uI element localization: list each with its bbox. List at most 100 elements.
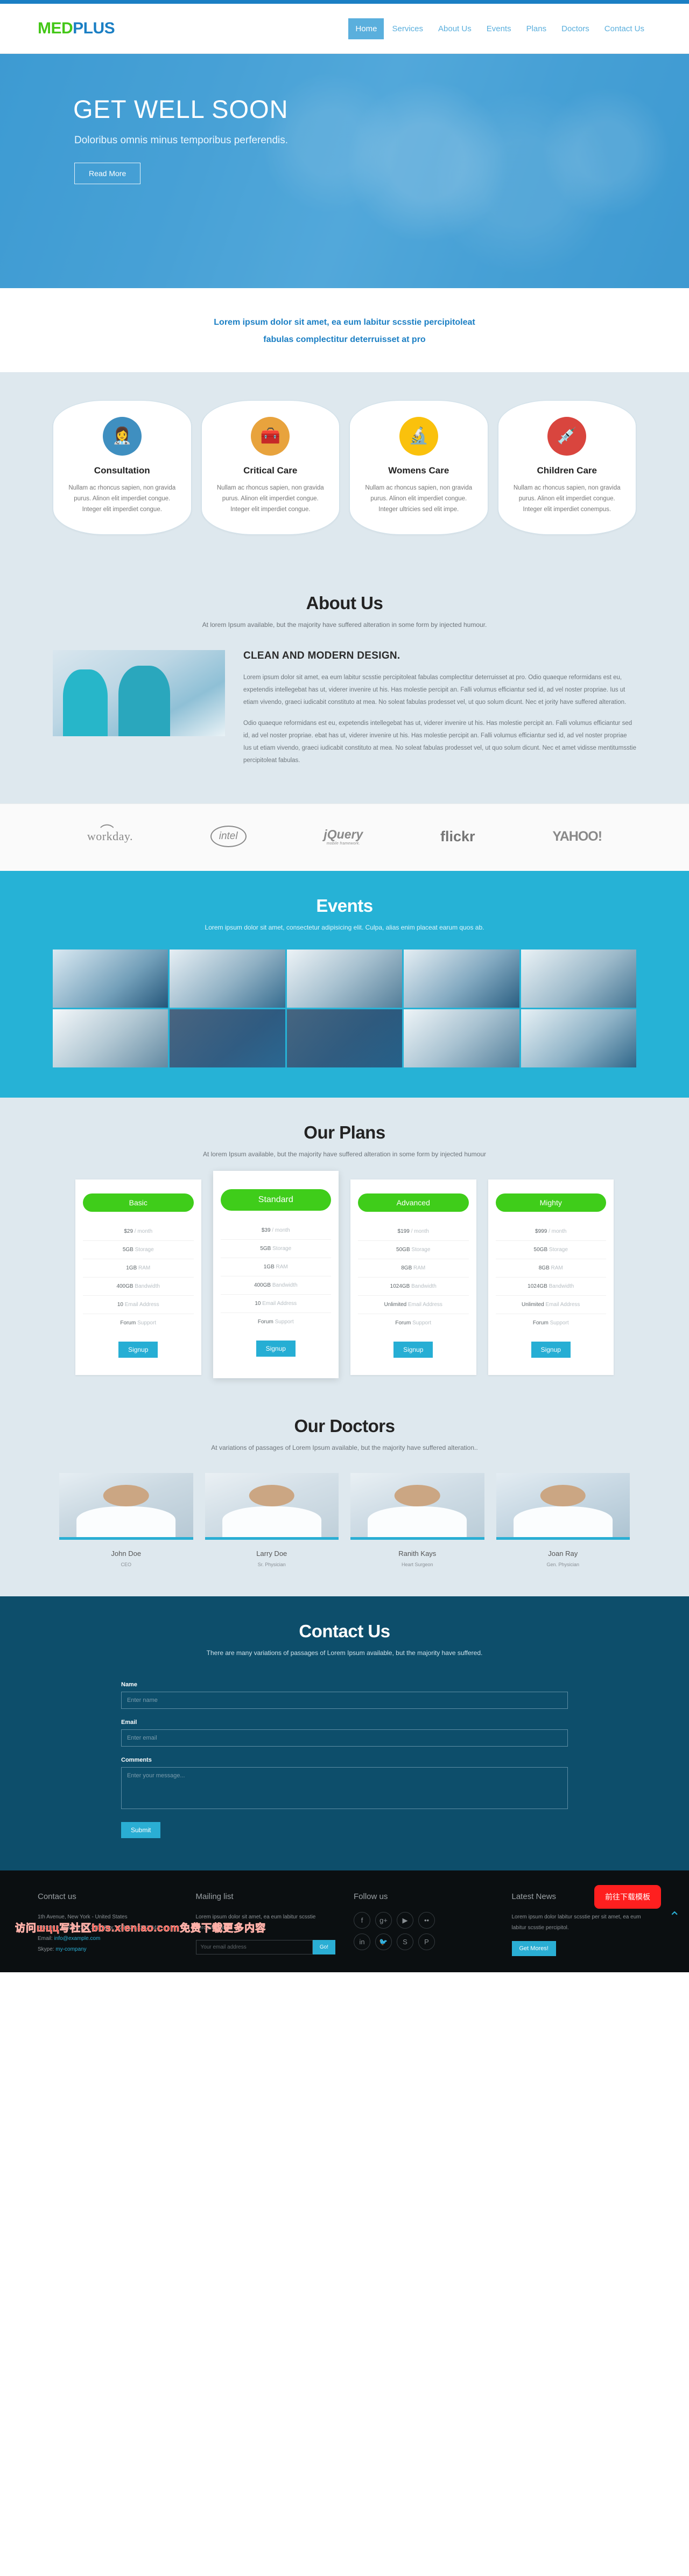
footer-contact-title: Contact us: [38, 1892, 76, 1902]
service-card-consultation[interactable]: 👩‍⚕ Consultation Nullam ac rhoncus sapie…: [53, 400, 192, 535]
plan-ram-row: 8GB RAM: [495, 1259, 606, 1278]
event-tile[interactable]: [521, 1009, 636, 1068]
plan-ram-value: 8GB: [538, 1265, 550, 1272]
doctor-card[interactable]: Joan Ray Gen. Physician: [496, 1473, 630, 1567]
doctor-role: Heart Surgeon: [401, 1562, 433, 1568]
service-card-womens-care[interactable]: 🔬 Womens Care Nullam ac rhoncus sapien, …: [349, 400, 488, 535]
contact-form: Name Email Comments Submit: [121, 1681, 568, 1839]
plan-ram-label: RAM: [276, 1264, 288, 1270]
event-tile[interactable]: [404, 1009, 519, 1068]
nav-item-services[interactable]: Services: [385, 18, 430, 39]
doctor-card[interactable]: Larry Doe Sr. Physician: [205, 1473, 339, 1567]
pinterest-icon[interactable]: P: [418, 1933, 435, 1951]
doctor-photo: [496, 1473, 630, 1540]
nav-item-doctors[interactable]: Doctors: [554, 18, 596, 39]
plan-bandwidth-label: Bandwidth: [272, 1282, 298, 1289]
event-tile[interactable]: [404, 950, 519, 1008]
download-template-badge[interactable]: 前往下载模板: [594, 1885, 661, 1909]
plan-storage-row: 5GB Storage: [220, 1240, 331, 1259]
plan-storage-row: 50GB Storage: [358, 1241, 469, 1260]
plan-ram-value: 1GB: [126, 1265, 137, 1272]
event-tile[interactable]: [286, 950, 403, 1008]
footer-email-row: Email: info@example.com: [38, 1933, 178, 1944]
plan-card-basic: Basic $29 / month 5GB Storage 1GB RAM 40…: [75, 1179, 201, 1376]
nav-item-about-us[interactable]: About Us: [431, 18, 479, 39]
facebook-icon[interactable]: f: [354, 1912, 370, 1929]
plan-bandwidth-row: 400GB Bandwidth: [83, 1277, 194, 1296]
plan-storage-value: 5GB: [122, 1247, 133, 1253]
plan-email-value: 10: [117, 1302, 123, 1308]
comments-textarea[interactable]: [121, 1767, 568, 1810]
plan-email-label: Email Address: [408, 1302, 442, 1308]
event-tile[interactable]: [170, 950, 285, 1008]
doctor-role: Gen. Physician: [546, 1562, 580, 1568]
event-tile[interactable]: [53, 1009, 168, 1068]
service-title: Womens Care: [388, 465, 449, 476]
about-subtitle: At lorem Ipsum available, but the majori…: [202, 621, 487, 629]
plan-signup-button[interactable]: Signup: [393, 1342, 433, 1358]
workday-logo: workday.: [87, 821, 133, 843]
jquery-logo-sub: mobile framework.: [326, 842, 360, 846]
footer-skype-row: Skype: my-company: [38, 1944, 178, 1955]
plan-price: $29: [124, 1228, 133, 1235]
google-plus-icon[interactable]: g+: [375, 1912, 392, 1929]
get-mores-button[interactable]: Get Mores!: [511, 1941, 556, 1957]
plan-price: $999: [535, 1228, 547, 1235]
flickr-icon[interactable]: ••: [418, 1912, 435, 1929]
scroll-to-top-icon[interactable]: ⌃: [669, 1910, 680, 1924]
newsletter-email-input[interactable]: [195, 1940, 313, 1955]
plan-signup-button[interactable]: Signup: [256, 1341, 296, 1357]
email-input[interactable]: [121, 1729, 568, 1747]
about-paragraph-1: Lorem ipsum dolor sit amet, ea eum labit…: [243, 674, 627, 706]
plan-price-row: $39 / month: [220, 1221, 331, 1240]
linkedin-icon[interactable]: in: [354, 1933, 370, 1951]
hero-read-more-button[interactable]: Read More: [74, 163, 141, 184]
event-tile[interactable]: [170, 1009, 285, 1068]
youtube-icon[interactable]: ▶: [397, 1912, 413, 1929]
medical-bag-icon: 🧰: [251, 417, 290, 456]
plan-ram-label: RAM: [138, 1265, 151, 1272]
events-gallery: [43, 950, 646, 1068]
plan-email-row: 10 Email Address: [220, 1295, 331, 1314]
doctors-section: Our Doctors At variations of passages of…: [0, 1411, 689, 1597]
skype-icon[interactable]: S: [397, 1933, 413, 1951]
event-tile[interactable]: [286, 1009, 403, 1068]
contact-heading-block: Contact Us There are many variations of …: [43, 1621, 646, 1657]
plan-support-value: Forum: [120, 1320, 136, 1327]
brand-logos-section: workday. intel jQuery mobile framework. …: [0, 804, 689, 871]
plan-signup-button[interactable]: Signup: [118, 1342, 158, 1358]
nav-item-contact-us[interactable]: Contact Us: [597, 18, 651, 39]
plan-period: / month: [411, 1228, 429, 1235]
footer-skype-link[interactable]: my-company: [55, 1946, 86, 1952]
name-input[interactable]: [121, 1692, 568, 1709]
doctor-card[interactable]: Ranith Kays Heart Surgeon: [350, 1473, 484, 1567]
plan-signup-button[interactable]: Signup: [531, 1342, 571, 1358]
service-card-critical-care[interactable]: 🧰 Critical Care Nullam ac rhoncus sapien…: [201, 400, 340, 535]
site-logo[interactable]: MEDPLUS: [38, 19, 115, 38]
nav-item-home[interactable]: Home: [348, 18, 384, 39]
plan-support-value: Forum: [257, 1319, 273, 1325]
nav-item-plans[interactable]: Plans: [519, 18, 554, 39]
nav-item-events[interactable]: Events: [480, 18, 518, 39]
event-tile[interactable]: [521, 950, 636, 1008]
jquery-logo: jQuery mobile framework.: [324, 827, 363, 846]
plan-name-badge: Basic: [83, 1193, 194, 1212]
plan-name-badge: Standard: [220, 1189, 331, 1211]
logo-plus: PLUS: [73, 19, 115, 37]
footer-email-link[interactable]: info@example.com: [54, 1936, 101, 1942]
doctor-name: Ranith Kays: [398, 1549, 437, 1558]
doctor-card[interactable]: John Doe CEO: [59, 1473, 193, 1567]
events-subtitle: Lorem ipsum dolor sit amet, consectetur …: [205, 924, 484, 932]
event-tile[interactable]: [53, 950, 168, 1008]
page-root: MEDPLUS Home Services About Us Events Pl…: [0, 0, 689, 1973]
newsletter-go-button[interactable]: Go!: [312, 1940, 335, 1955]
plan-storage-label: Storage: [135, 1247, 154, 1253]
hero-title: GET WELL SOON: [73, 95, 289, 123]
service-card-children-care[interactable]: 💉 Children Care Nullam ac rhoncus sapien…: [497, 400, 636, 535]
doctor-name: Joan Ray: [548, 1549, 578, 1558]
submit-button[interactable]: Submit: [121, 1822, 161, 1839]
plan-support-label: Support: [137, 1320, 157, 1327]
contact-title: Contact Us: [299, 1621, 390, 1642]
plans-subtitle: At lorem Ipsum available, but the majori…: [202, 1150, 487, 1158]
twitter-icon[interactable]: 🐦: [375, 1933, 392, 1951]
